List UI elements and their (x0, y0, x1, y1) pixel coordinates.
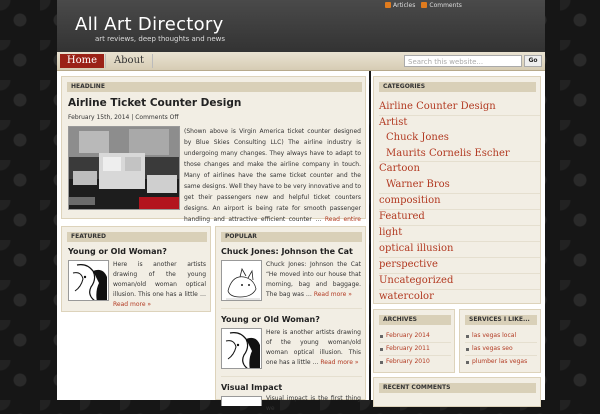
category-link[interactable]: composition (379, 195, 441, 206)
category-link[interactable]: perspective (379, 259, 438, 270)
category-link[interactable]: Warner Bros (386, 179, 450, 190)
category-divider (379, 273, 540, 274)
service-link[interactable]: las vegas local (472, 332, 516, 339)
popular-post-thumbnail[interactable] (221, 396, 262, 406)
popular-post-title[interactable]: Young or Old Woman? (221, 315, 320, 324)
bullet-icon (380, 335, 383, 338)
category-divider (379, 289, 540, 290)
category-link[interactable]: optical illusion (379, 243, 453, 254)
bullet-icon (466, 361, 469, 364)
popular-post-thumbnail[interactable] (221, 260, 262, 301)
categories-widget: CATEGORIES Airline Counter Design Artist… (373, 76, 541, 304)
search-input[interactable]: Search this website... (404, 55, 522, 67)
bullet-icon (466, 335, 469, 338)
category-link[interactable]: watercolor (379, 291, 434, 302)
featured-post-title[interactable]: Young or Old Woman? (68, 247, 167, 256)
service-divider (465, 342, 537, 343)
featured-post-excerpt: Here is another artists drawing of the y… (113, 260, 206, 310)
archive-link[interactable]: February 2014 (386, 332, 430, 339)
featured-section: FEATURED Young or Old Woman? Here is ano… (61, 226, 211, 312)
recent-comments-widget: RECENT COMMENTS (373, 377, 541, 407)
category-divider (379, 225, 540, 226)
popular-post-thumbnail[interactable] (221, 328, 262, 369)
articles-feed-label: Articles (393, 1, 416, 9)
popular-section: POPULAR Chuck Jones: Johnson the Cat Chu… (215, 226, 366, 412)
comments-feed-label: Comments (429, 1, 462, 9)
archives-label: ARCHIVES (379, 315, 451, 325)
category-link[interactable]: Artist (379, 117, 407, 128)
search-go-button[interactable]: Go (524, 55, 542, 67)
category-divider (379, 193, 540, 194)
category-link[interactable]: Cartoon (379, 163, 420, 174)
service-divider (465, 355, 537, 356)
archive-link[interactable]: February 2010 (386, 358, 430, 365)
chuck-jones-cat-drawing (222, 261, 261, 300)
category-divider (379, 115, 540, 116)
headline-section: HEADLINE Airline Ticket Counter Design F… (61, 76, 366, 234)
category-link[interactable]: Featured (379, 211, 425, 222)
popular-post-excerpt: Here is another artists drawing of the y… (266, 328, 361, 368)
category-link[interactable]: Maurits Cornelis Escher (386, 148, 510, 159)
popular-divider (221, 308, 362, 309)
bullet-icon (380, 348, 383, 351)
featured-label: FEATURED (67, 232, 207, 242)
ticket-counter-image[interactable] (68, 126, 180, 210)
young-old-woman-drawing (69, 261, 108, 300)
service-link[interactable]: las vegas seo (472, 345, 513, 352)
site-title[interactable]: All Art Directory (75, 14, 224, 35)
bullet-icon (380, 361, 383, 364)
category-link[interactable]: Chuck Jones (386, 132, 449, 143)
rss-icon (421, 2, 428, 8)
headline-post-meta: February 15th, 2014 | Comments Off (68, 114, 179, 121)
rss-icon (385, 2, 391, 8)
headline-excerpt-text: (Shown above is Virgin America ticket co… (184, 128, 361, 223)
archive-divider (379, 342, 451, 343)
featured-post-thumbnail[interactable] (68, 260, 109, 301)
popular-post-excerpt: Visual impact is the first thing we (266, 395, 361, 412)
category-divider (379, 209, 540, 210)
bullet-icon (466, 348, 469, 351)
main-nav: Home About Search this website... Go (57, 52, 545, 71)
site-header: All Art Directory art reviews, deep thou… (57, 0, 545, 52)
page-wrapper: All Art Directory art reviews, deep thou… (57, 0, 545, 412)
nav-home[interactable]: Home (60, 54, 104, 68)
category-link[interactable]: Uncategorized (379, 275, 453, 286)
popular-read-more-link[interactable]: Read more » (314, 291, 352, 298)
popular-post-excerpt: Chuck Jones: Johnson the Cat “He moved i… (266, 260, 361, 300)
feed-links: Articles Comments (385, 0, 462, 10)
popular-divider (221, 376, 362, 377)
headline-post-excerpt: (Shown above is Virgin America ticket co… (184, 126, 361, 236)
popular-post-title[interactable]: Visual Impact (221, 383, 282, 392)
category-divider (379, 161, 540, 162)
services-widget: SERVICES I LIKE... las vegas local las v… (459, 309, 541, 373)
site-description: art reviews, deep thoughts and news (95, 35, 226, 43)
categories-label: CATEGORIES (379, 82, 536, 92)
service-link[interactable]: plumber las vegas (472, 358, 527, 365)
popular-read-more-link[interactable]: Read more » (320, 359, 358, 366)
popular-label: POPULAR (221, 232, 362, 242)
archives-widget: ARCHIVES February 2014 February 2011 Feb… (373, 309, 455, 373)
category-link[interactable]: Airline Counter Design (379, 101, 496, 112)
services-label: SERVICES I LIKE... (465, 315, 537, 325)
category-divider (379, 241, 540, 242)
category-link[interactable]: light (379, 227, 402, 238)
category-divider (379, 257, 540, 258)
featured-excerpt-text: Here is another artists drawing of the y… (113, 261, 206, 298)
archive-divider (379, 355, 451, 356)
headline-label: HEADLINE (67, 82, 362, 92)
ticket-counter-illustration (69, 127, 179, 209)
young-old-woman-drawing (222, 329, 261, 368)
sidebar: CATEGORIES Airline Counter Design Artist… (371, 71, 545, 407)
archive-link[interactable]: February 2011 (386, 345, 430, 352)
articles-feed-link[interactable]: Articles (385, 0, 415, 10)
featured-read-more-link[interactable]: Read more » (113, 301, 151, 308)
nav-about[interactable]: About (105, 54, 153, 68)
headline-post-title[interactable]: Airline Ticket Counter Design (68, 97, 241, 109)
main-content: HEADLINE Airline Ticket Counter Design F… (57, 71, 369, 412)
comments-feed-link[interactable]: Comments (421, 0, 462, 10)
popular-post-title[interactable]: Chuck Jones: Johnson the Cat (221, 247, 353, 256)
recent-comments-label: RECENT COMMENTS (379, 383, 536, 393)
